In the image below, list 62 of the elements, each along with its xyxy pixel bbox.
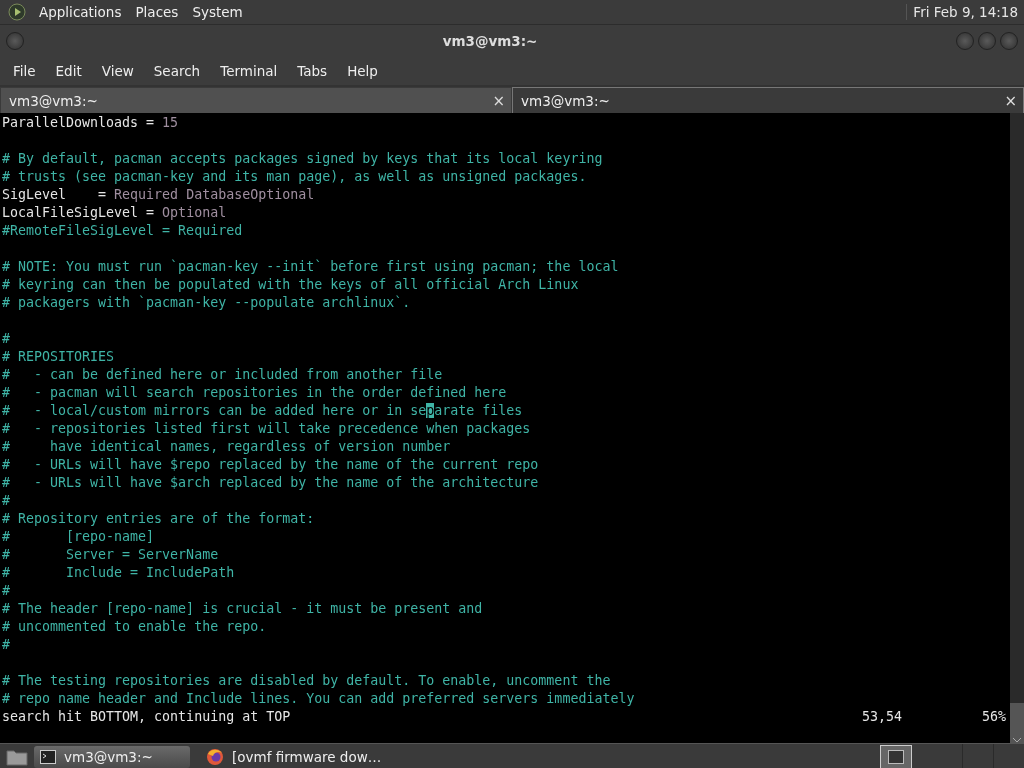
code-line: # - URLs will have $repo replaced by the name of the current repo: [2, 456, 540, 474]
menu-item[interactable]: Edit: [45, 63, 92, 79]
clock[interactable]: Fri Feb 9, 14:18: [906, 4, 1024, 20]
code-line: # have identical names, regardless of version number: [2, 438, 452, 456]
code-line: # Server = ServerName: [2, 546, 220, 564]
code-line: # NOTE: You must run `pacman-key --init` before first using pacman; the local: [2, 258, 620, 276]
code-line: # uncommented to enable the repo.: [2, 618, 268, 636]
terminal-tab[interactable]: vm3@vm3:~ ×: [0, 87, 512, 113]
code-line: # Repository entries are of the format:: [2, 510, 316, 528]
code-line: # keyring can then be populated with the keys of all official Arch Linux: [2, 276, 580, 294]
code-line: # trusts (see pacman-key and its man page), as well as unsigned packages.: [2, 168, 588, 186]
browser-icon: [206, 748, 224, 766]
code-line-with-cursor: # - local/custom mirrors can be added here or in separate files: [2, 402, 524, 420]
code-line: #: [2, 636, 11, 654]
tab-close-button[interactable]: ×: [1002, 91, 1019, 110]
panel-menu[interactable]: System: [185, 4, 250, 20]
code-line: # [repo-name]: [2, 528, 156, 546]
code-line: # By default, pacman accepts packages signed by keys that its local keyring: [2, 150, 604, 168]
code-line: #: [2, 492, 11, 510]
taskbar-button[interactable]: vm3@vm3:~: [34, 746, 190, 768]
close-button[interactable]: [1000, 32, 1018, 50]
code-line: #: [2, 330, 11, 348]
menu-item[interactable]: Search: [143, 63, 211, 79]
panel-menu[interactable]: Places: [128, 4, 186, 20]
minimize-button[interactable]: [956, 32, 974, 50]
menu-item[interactable]: File: [3, 63, 46, 79]
show-desktop-button[interactable]: [880, 745, 912, 768]
code-line: LocalFileSigLevel = Optional: [2, 204, 228, 222]
code-line: # - can be defined here or included from another file: [2, 366, 444, 384]
menu-item[interactable]: View: [91, 63, 144, 79]
maximize-button[interactable]: [978, 32, 996, 50]
desktop-icon: [888, 750, 904, 764]
folder-icon[interactable]: [6, 748, 28, 766]
cursor-position: 53,54: [862, 708, 904, 726]
code-line: # packagers with `pacman-key --populate archlinux`.: [2, 294, 412, 312]
terminal-tab[interactable]: vm3@vm3:~ ×: [512, 87, 1024, 113]
code-line: # - repositories listed first will take precedence when packages: [2, 420, 532, 438]
code-line: # Include = IncludePath: [2, 564, 236, 582]
play-logo-icon[interactable]: [8, 3, 26, 21]
code-line: # REPOSITORIES: [2, 348, 116, 366]
menu-item[interactable]: Help: [337, 63, 388, 79]
terminal-icon: [40, 750, 56, 764]
window-title: vm3@vm3:~: [441, 33, 539, 49]
tab-close-button[interactable]: ×: [490, 91, 507, 110]
code-line: #: [2, 582, 11, 600]
code-line: # The testing repositories are disabled by default. To enable, uncomment the: [2, 672, 612, 690]
code-line: ParallelDownloads = 15: [2, 114, 180, 132]
panel-menu[interactable]: Applications: [32, 4, 129, 20]
menu-item[interactable]: Tabs: [287, 63, 338, 79]
code-line: SigLevel = Required DatabaseOptional: [2, 186, 316, 204]
code-line: # - URLs will have $arch replaced by the name of the architecture: [2, 474, 540, 492]
code-line: #RemoteFileSigLevel = Required: [2, 222, 244, 240]
status-message: search hit BOTTOM, continuing at TOP: [2, 708, 291, 726]
code-line: # - pacman will search repositories in the order defined here: [2, 384, 508, 402]
scroll-down-icon[interactable]: [1012, 737, 1022, 743]
window-menu-button[interactable]: [6, 32, 24, 50]
scroll-percent: 56%: [982, 708, 1008, 726]
code-line: # repo name header and Include lines. You can add preferred servers immediately: [2, 690, 636, 708]
menu-item[interactable]: Terminal: [210, 63, 288, 79]
scrollbar[interactable]: [1010, 113, 1024, 743]
taskbar-button[interactable]: [ovmf firmware dow…: [200, 746, 388, 768]
code-line: # The header [repo-name] is crucial - it must be present and: [2, 600, 484, 618]
